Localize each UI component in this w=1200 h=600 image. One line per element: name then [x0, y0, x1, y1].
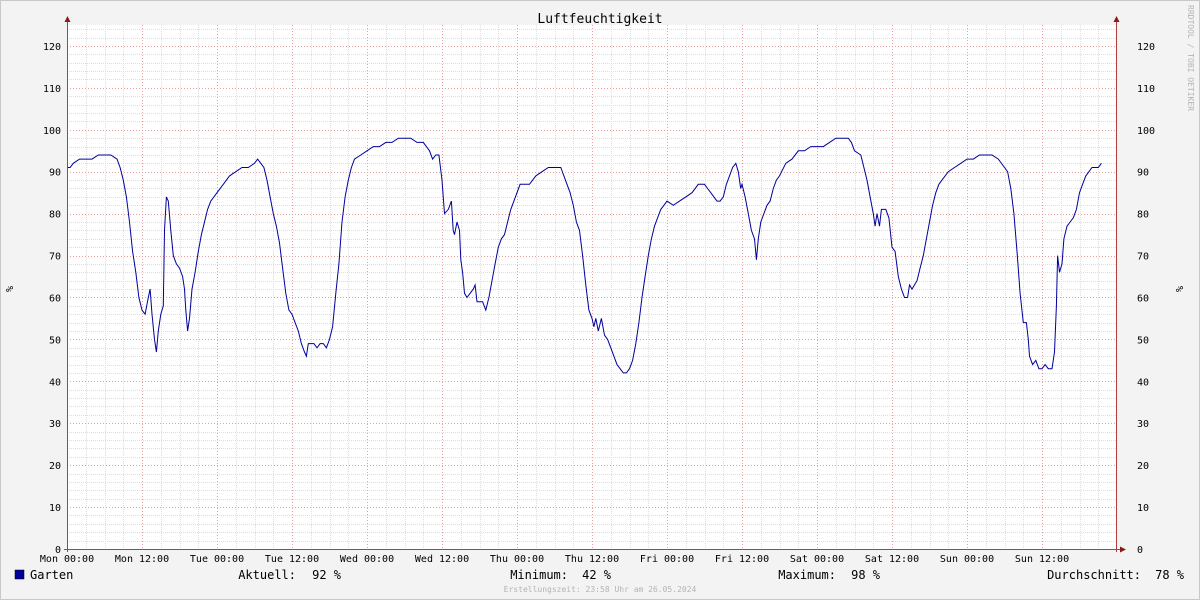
- x-tick-label: Mon 00:00: [40, 554, 94, 565]
- y-tick-label-right: 70: [1137, 252, 1149, 263]
- x-tick-label: Mon 12:00: [115, 554, 169, 565]
- y-tick-label-right: 60: [1137, 293, 1149, 304]
- legend-min-value: 42 %: [582, 568, 612, 582]
- x-tick-label: Fri 12:00: [715, 554, 769, 565]
- y-tick-label-left: 50: [49, 335, 61, 346]
- y-tick-label-left: 80: [49, 210, 61, 221]
- legend-series-name: Garten: [30, 568, 73, 582]
- y-tick-label-left: 70: [49, 252, 61, 263]
- x-tick-label: Sun 12:00: [1015, 554, 1069, 565]
- humidity-chart: 0102030405060708090100110120 01020304050…: [0, 0, 1200, 600]
- legend-avg-label: Durchschnitt:: [1047, 568, 1141, 582]
- y-tick-label-right: 100: [1137, 126, 1155, 137]
- x-tick-label: Fri 00:00: [640, 554, 694, 565]
- legend-avg-value: 78 %: [1155, 568, 1185, 582]
- legend-current-value: 92 %: [312, 568, 342, 582]
- footer-timestamp: Erstellungszeit: 23:58 Uhr am 26.05.2024: [504, 585, 697, 594]
- y-tick-label-left: 20: [49, 461, 61, 472]
- y-tick-label-left: 120: [43, 42, 61, 53]
- legend-min-label: Minimum:: [510, 568, 568, 582]
- y-tick-label-right: 80: [1137, 210, 1149, 221]
- y-tick-label-right: 50: [1137, 335, 1149, 346]
- y-tick-label-right: 0: [1137, 545, 1143, 556]
- y-tick-label-left: 40: [49, 377, 61, 388]
- y-tick-label-left: 110: [43, 84, 61, 95]
- x-tick-label: Sat 00:00: [790, 554, 844, 565]
- x-tick-label: Sat 12:00: [865, 554, 919, 565]
- x-tick-label: Thu 00:00: [490, 554, 544, 565]
- y-tick-label-right: 40: [1137, 377, 1149, 388]
- x-tick-label: Wed 12:00: [415, 554, 469, 565]
- legend-current-label: Aktuell:: [238, 568, 296, 582]
- y-tick-label-left: 10: [49, 503, 61, 514]
- y-axis-label-left: %: [5, 286, 16, 292]
- y-tick-label-right: 110: [1137, 84, 1155, 95]
- y-tick-label-right: 10: [1137, 503, 1149, 514]
- legend-max-label: Maximum:: [778, 568, 836, 582]
- x-tick-label: Tue 12:00: [265, 554, 319, 565]
- chart-title: Luftfeuchtigkeit: [537, 12, 662, 27]
- legend-max-value: 98 %: [851, 568, 881, 582]
- x-tick-label: Tue 00:00: [190, 554, 244, 565]
- y-tick-label-right: 20: [1137, 461, 1149, 472]
- y-tick-label-right: 30: [1137, 419, 1149, 430]
- y-tick-label-left: 30: [49, 419, 61, 430]
- y-axis-label-right: %: [1173, 286, 1184, 292]
- watermark: RRDTOOL / TOBI OETIKER: [1186, 5, 1195, 111]
- y-tick-label-right: 90: [1137, 168, 1149, 179]
- y-tick-label-left: 90: [49, 168, 61, 179]
- y-tick-label-left: 60: [49, 293, 61, 304]
- y-tick-label-right: 120: [1137, 42, 1155, 53]
- y-tick-label-left: 100: [43, 126, 61, 137]
- x-tick-label: Thu 12:00: [565, 554, 619, 565]
- x-tick-label: Sun 00:00: [940, 554, 994, 565]
- legend-swatch-garten: [14, 569, 25, 580]
- x-tick-label: Wed 00:00: [340, 554, 394, 565]
